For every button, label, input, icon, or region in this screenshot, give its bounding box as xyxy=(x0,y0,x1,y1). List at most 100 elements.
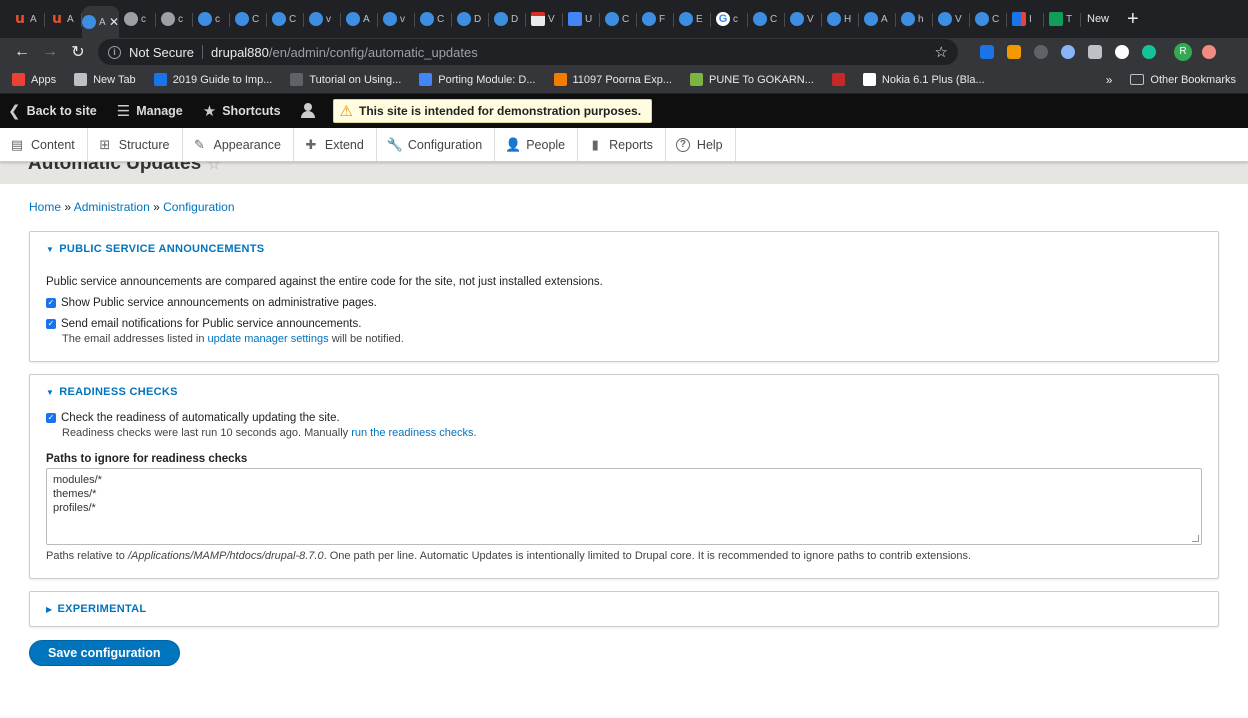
browser-tab[interactable]: D xyxy=(489,5,526,33)
browser-tab[interactable]: uA xyxy=(8,5,45,33)
bookmark-item[interactable]: PUNE To GOKARN... xyxy=(689,73,814,86)
browser-tab[interactable]: C xyxy=(267,5,304,33)
breadcrumb-configuration[interactable]: Configuration xyxy=(163,200,234,214)
resize-handle[interactable] xyxy=(1192,535,1199,542)
email-psa-label[interactable]: Send email notifications for Public serv… xyxy=(61,318,361,330)
reload-icon[interactable]: ↻ xyxy=(64,42,92,62)
wrench-icon: 🔧 xyxy=(386,136,404,152)
tray-item-reports[interactable]: ▮ Reports xyxy=(578,128,666,161)
browser-tab[interactable]: V xyxy=(526,5,563,33)
browser-tab[interactable]: D xyxy=(452,5,489,33)
shortcut-star-icon[interactable]: ☆ xyxy=(207,162,220,173)
bookmarks-overflow-icon[interactable]: » xyxy=(1106,73,1113,87)
manage-tab[interactable]: ☰ Manage xyxy=(117,102,183,120)
u-icon: u xyxy=(15,11,25,27)
new-tab-plus-icon[interactable]: + xyxy=(1127,9,1139,29)
browser-tab[interactable]: C xyxy=(748,5,785,33)
experimental-legend[interactable]: ▶ EXPERIMENTAL xyxy=(30,592,1218,626)
tray-item-help[interactable]: ? Help xyxy=(666,128,736,161)
address-bar[interactable]: i Not Secure drupal880/en/admin/config/a… xyxy=(98,39,958,65)
browser-tab[interactable]: V xyxy=(933,5,970,33)
run-readiness-checks-link[interactable]: run the readiness checks xyxy=(351,427,473,439)
shortcuts-tab[interactable]: ★ Shortcuts xyxy=(203,102,281,120)
tray-item-structure[interactable]: ⊞ Structure xyxy=(88,128,183,161)
readiness-check-label[interactable]: Check the readiness of automatically upd… xyxy=(61,412,340,424)
extension-icon[interactable] xyxy=(980,45,994,59)
browser-tab[interactable]: C xyxy=(600,5,637,33)
browser-tab[interactable]: T xyxy=(1044,5,1081,33)
browser-tab[interactable]: c xyxy=(119,5,156,33)
show-psa-label[interactable]: Show Public service announcements on adm… xyxy=(61,297,377,309)
bookmark-star-icon[interactable]: ☆ xyxy=(935,43,948,61)
tray-item-extend[interactable]: ✚ Extend xyxy=(294,128,377,161)
update-manager-settings-link[interactable]: update manager settings xyxy=(208,333,329,345)
readiness-legend[interactable]: ▼ READINESS CHECKS xyxy=(30,375,1218,409)
browser-tab[interactable]: F xyxy=(637,5,674,33)
bookmark-item[interactable] xyxy=(831,73,845,86)
user-icon[interactable] xyxy=(300,103,315,119)
tab-title: v xyxy=(326,13,331,25)
extension-icon[interactable] xyxy=(1007,45,1021,59)
grammarly-icon[interactable] xyxy=(1142,45,1156,59)
other-bookmarks[interactable]: Other Bookmarks xyxy=(1130,74,1236,86)
back-to-site-link[interactable]: ❮ Back to site xyxy=(8,102,97,120)
tab-title: T xyxy=(1066,13,1073,25)
show-psa-checkbox[interactable]: ✓ xyxy=(46,298,56,308)
browser-tab[interactable]: U xyxy=(563,5,600,33)
bookmark-item[interactable]: Tutorial on Using... xyxy=(290,73,401,86)
browser-tab[interactable]: c xyxy=(156,5,193,33)
psa-legend[interactable]: ▼ PUBLIC SERVICE ANNOUNCEMENTS xyxy=(30,232,1218,266)
tray-item-label: Content xyxy=(31,137,75,152)
bookmark-item[interactable]: Nokia 6.1 Plus (Bla... xyxy=(862,73,985,86)
browser-tab[interactable]: A ✕ xyxy=(82,6,119,38)
react-devtools-icon[interactable] xyxy=(1061,45,1075,59)
browser-tab[interactable]: C xyxy=(415,5,452,33)
browser-tab[interactable]: H xyxy=(822,5,859,33)
browser-tab[interactable]: uA xyxy=(45,5,82,33)
forward-arrow-icon[interactable]: → xyxy=(36,43,64,61)
extension-icon[interactable] xyxy=(1034,45,1048,59)
browser-tab[interactable]: V xyxy=(785,5,822,33)
bookmark-icon xyxy=(419,73,433,86)
browser-tab[interactable]: v xyxy=(378,5,415,33)
browser-tab[interactable]: A xyxy=(341,5,378,33)
save-configuration-button[interactable]: Save configuration xyxy=(29,640,180,666)
new-tab-title[interactable]: New xyxy=(1087,13,1109,25)
browser-tab[interactable]: C xyxy=(230,5,267,33)
drupal-icon xyxy=(82,15,96,29)
email-psa-checkbox[interactable]: ✓ xyxy=(46,319,56,329)
breadcrumb-home[interactable]: Home xyxy=(29,200,61,214)
extension-icon[interactable] xyxy=(1202,45,1216,59)
bookmark-label: 11097 Poorna Exp... xyxy=(572,73,672,86)
readiness-checkbox[interactable]: ✓ xyxy=(46,413,56,423)
tray-item-appearance[interactable]: ✎ Appearance xyxy=(183,128,294,161)
extension-icon[interactable] xyxy=(1088,45,1102,59)
browser-tab[interactable]: Gc xyxy=(711,5,748,33)
browser-tab[interactable]: E xyxy=(674,5,711,33)
tray-item-label: Extend xyxy=(324,137,364,152)
browser-tab[interactable]: c xyxy=(193,5,230,33)
back-arrow-icon[interactable]: ← xyxy=(8,43,36,61)
browser-tab[interactable]: C xyxy=(970,5,1007,33)
bookmark-item[interactable]: 2019 Guide to Imp... xyxy=(153,73,272,86)
paths-textarea[interactable]: modules/* themes/* profiles/* xyxy=(46,468,1202,545)
close-tab-icon[interactable]: ✕ xyxy=(109,15,119,29)
browser-tab[interactable]: A xyxy=(859,5,896,33)
breadcrumb-administration[interactable]: Administration xyxy=(74,200,150,214)
help-icon: ? xyxy=(675,137,690,152)
browser-tab[interactable]: I xyxy=(1007,5,1044,33)
email-desc-prefix: The email addresses listed in xyxy=(62,333,205,345)
browser-tab[interactable]: v xyxy=(304,5,341,33)
bookmarks-bar: Apps New Tab 2019 Guide to Imp... Tutorial … xyxy=(0,66,1248,94)
bookmark-item[interactable]: Apps xyxy=(12,73,56,86)
info-icon[interactable]: i xyxy=(108,45,121,59)
bookmark-item[interactable]: Porting Module: D... xyxy=(419,73,536,86)
extension-icon[interactable] xyxy=(1115,45,1129,59)
browser-tab[interactable]: h xyxy=(896,5,933,33)
tray-item-configuration[interactable]: 🔧 Configuration xyxy=(377,128,496,161)
bookmark-item[interactable]: 11097 Poorna Exp... xyxy=(553,73,672,86)
bookmark-item[interactable]: New Tab xyxy=(74,73,136,86)
tray-item-content[interactable]: ▤ Content xyxy=(0,128,88,161)
profile-avatar[interactable]: R xyxy=(1174,43,1192,61)
tray-item-people[interactable]: 👤 People xyxy=(495,128,579,161)
